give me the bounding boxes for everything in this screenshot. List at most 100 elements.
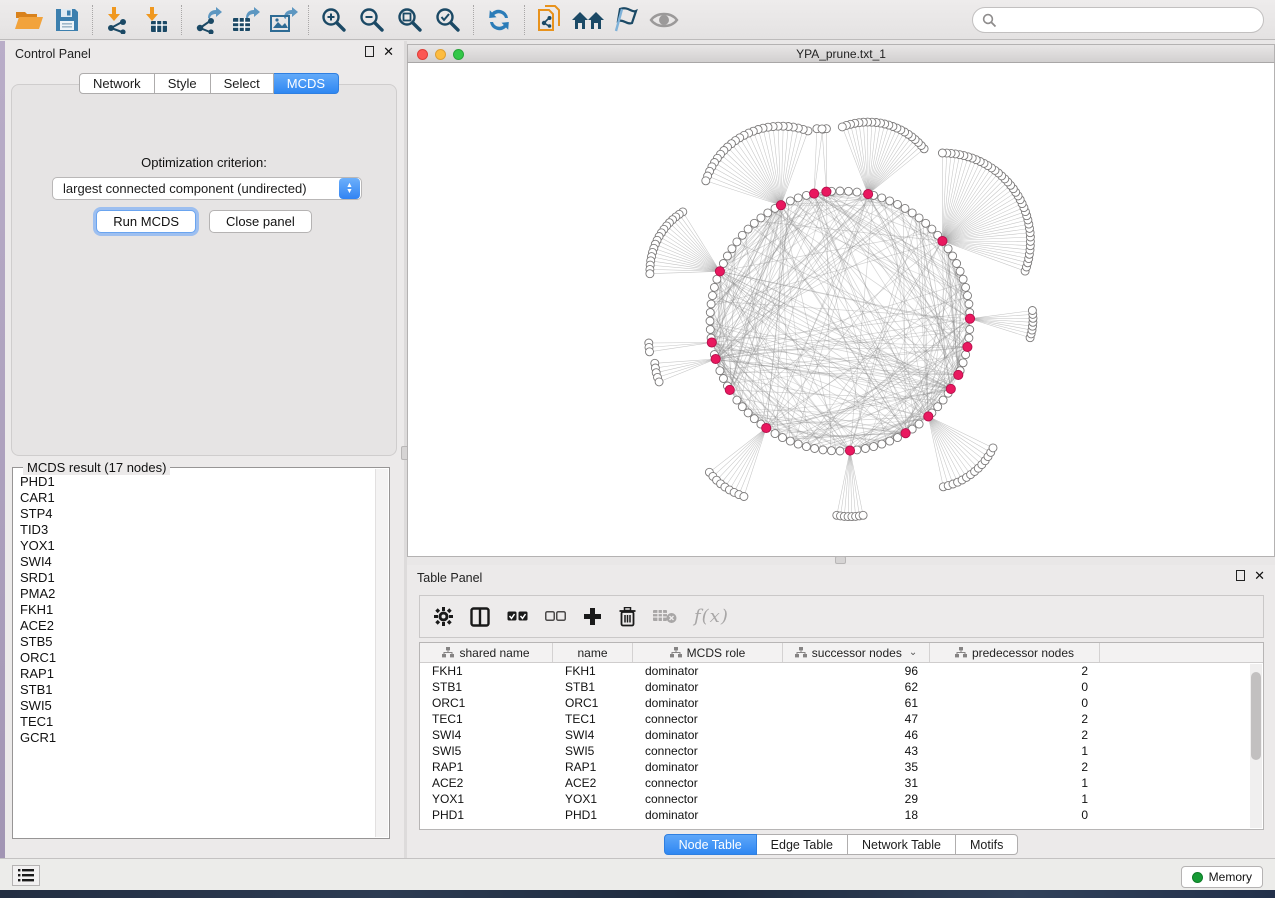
table-cell[interactable]: 29	[783, 791, 930, 807]
network-node[interactable]	[901, 204, 909, 212]
table-cell[interactable]: connector	[633, 711, 783, 727]
network-node[interactable]	[733, 238, 741, 246]
table-cell[interactable]: TEC1	[420, 711, 553, 727]
mcds-result-item[interactable]: STB1	[20, 682, 369, 698]
column-header-predecessor-nodes[interactable]: predecessor nodes	[930, 643, 1100, 662]
table-cell[interactable]: STB1	[553, 679, 633, 695]
table-cell[interactable]: dominator	[633, 759, 783, 775]
run-mcds-button[interactable]: Run MCDS	[96, 210, 196, 233]
table-cell[interactable]: dominator	[633, 695, 783, 711]
network-node[interactable]	[939, 396, 947, 404]
tab-motifs[interactable]: Motifs	[956, 834, 1018, 855]
table-cell[interactable]: SWI4	[553, 727, 633, 743]
table-cell[interactable]: RAP1	[553, 759, 633, 775]
table-cell[interactable]: YOX1	[420, 791, 553, 807]
tab-select[interactable]: Select	[211, 73, 274, 94]
task-history-button[interactable]	[12, 865, 40, 886]
network-node[interactable]	[646, 270, 654, 278]
table-cell[interactable]: 0	[930, 679, 1100, 695]
criterion-select[interactable]: largest connected component (undirected)…	[52, 177, 362, 200]
table-cell[interactable]: 1	[930, 775, 1100, 791]
network-node[interactable]	[710, 283, 718, 291]
save-session-icon[interactable]	[48, 3, 86, 37]
table-cell[interactable]: 96	[783, 663, 930, 679]
network-node[interactable]	[853, 188, 861, 196]
mcds-hub-node[interactable]	[938, 236, 947, 245]
network-node[interactable]	[922, 219, 930, 227]
horizontal-divider-grip[interactable]	[835, 556, 846, 564]
table-cell[interactable]: 1	[930, 743, 1100, 759]
network-node[interactable]	[706, 326, 714, 334]
table-cell[interactable]: TEC1	[553, 711, 633, 727]
close-panel-button[interactable]: Close panel	[209, 210, 312, 233]
network-node[interactable]	[744, 409, 752, 417]
mcds-hub-node[interactable]	[707, 338, 716, 347]
select-all-icon[interactable]	[507, 611, 528, 622]
table-row[interactable]: SWI5SWI5connector431	[420, 743, 1263, 759]
mcds-result-item[interactable]: PMA2	[20, 586, 369, 602]
network-node[interactable]	[723, 252, 731, 260]
tab-network[interactable]: Network	[79, 73, 155, 94]
network-node[interactable]	[965, 334, 973, 342]
table-cell[interactable]: connector	[633, 791, 783, 807]
mcds-hub-node[interactable]	[924, 412, 933, 421]
column-header-mcds-role[interactable]: MCDS role	[633, 643, 783, 662]
table-cell[interactable]: YOX1	[553, 791, 633, 807]
network-node[interactable]	[706, 309, 714, 317]
table-cell[interactable]: 0	[930, 695, 1100, 711]
network-node[interactable]	[836, 187, 844, 195]
mcds-result-item[interactable]: TID3	[20, 522, 369, 538]
network-node[interactable]	[878, 440, 886, 448]
network-node[interactable]	[845, 187, 853, 195]
column-header-name[interactable]: name	[553, 643, 633, 662]
table-row[interactable]: PHD1PHD1dominator180	[420, 807, 1263, 823]
column-header-successor-nodes[interactable]: successor nodes⌄	[783, 643, 930, 662]
table-cell[interactable]: ORC1	[420, 695, 553, 711]
delete-column-icon[interactable]	[619, 607, 636, 627]
hide-selected-icon[interactable]	[607, 3, 645, 37]
open-file-icon[interactable]	[10, 3, 48, 37]
table-cell[interactable]: 0	[930, 807, 1100, 823]
mcds-hub-node[interactable]	[963, 342, 972, 351]
network-node[interactable]	[859, 511, 867, 519]
float-panel-icon[interactable]	[365, 46, 374, 57]
network-node[interactable]	[740, 493, 748, 501]
network-node[interactable]	[744, 225, 752, 233]
network-node[interactable]	[989, 444, 997, 452]
table-row[interactable]: SWI4SWI4dominator462	[420, 727, 1263, 743]
table-cell[interactable]: 31	[783, 775, 930, 791]
mcds-result-item[interactable]: GCR1	[20, 730, 369, 746]
network-node[interactable]	[965, 300, 973, 308]
network-node[interactable]	[894, 200, 902, 208]
table-settings-icon[interactable]	[434, 607, 453, 626]
network-node[interactable]	[738, 231, 746, 239]
table-cell[interactable]: dominator	[633, 663, 783, 679]
network-node[interactable]	[886, 437, 894, 445]
zoom-fit-icon[interactable]	[391, 3, 429, 37]
search-input[interactable]	[997, 12, 1254, 28]
table-row[interactable]: ACE2ACE2connector311	[420, 775, 1263, 791]
table-row[interactable]: STB1STB1dominator620	[420, 679, 1263, 695]
table-row[interactable]: YOX1YOX1connector291	[420, 791, 1263, 807]
tab-edge-table[interactable]: Edge Table	[757, 834, 848, 855]
mcds-hub-node[interactable]	[810, 189, 819, 198]
table-cell[interactable]: dominator	[633, 727, 783, 743]
maximize-window-icon[interactable]	[453, 49, 464, 60]
mcds-hub-node[interactable]	[954, 370, 963, 379]
minimize-window-icon[interactable]	[435, 49, 446, 60]
table-cell[interactable]: 43	[783, 743, 930, 759]
network-node[interactable]	[878, 194, 886, 202]
split-view-icon[interactable]	[470, 607, 490, 627]
network-node[interactable]	[764, 209, 772, 217]
network-window-titlebar[interactable]: YPA_prune.txt_1	[407, 44, 1275, 63]
network-node[interactable]	[1028, 307, 1036, 315]
new-network-from-selection-icon[interactable]	[531, 3, 569, 37]
table-cell[interactable]: 2	[930, 727, 1100, 743]
network-node[interactable]	[733, 396, 741, 404]
network-node[interactable]	[818, 125, 826, 133]
mcds-hub-node[interactable]	[864, 190, 873, 199]
network-node[interactable]	[934, 403, 942, 411]
mcds-result-item[interactable]: FKH1	[20, 602, 369, 618]
network-node[interactable]	[757, 214, 765, 222]
network-node[interactable]	[915, 420, 923, 428]
